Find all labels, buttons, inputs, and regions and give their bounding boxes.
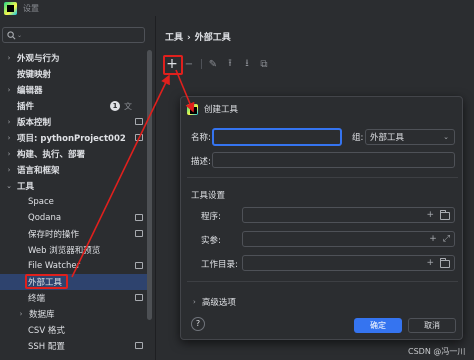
breadcrumb-separator: › [187, 33, 191, 43]
group-select[interactable]: 外部工具 ⌄ [365, 129, 455, 145]
project-scope-icon [135, 294, 143, 301]
description-label: 描述: [191, 157, 211, 167]
annotation-highlight-external-tools [25, 274, 68, 289]
description-input[interactable] [212, 152, 455, 168]
chevron-down-icon[interactable]: ⌄ [5, 182, 13, 190]
sidebar-scrollbar[interactable] [147, 50, 152, 320]
program-label: 程序: [201, 212, 221, 222]
ok-button[interactable]: 确定 [354, 318, 402, 333]
chevron-right-icon: › [193, 298, 196, 306]
group-label: 组: [352, 133, 364, 143]
tree-item-vcs[interactable]: › 版本控制 [0, 114, 150, 130]
project-scope-icon [135, 118, 143, 125]
remove-icon[interactable]: − [181, 56, 197, 72]
insert-macro-icon[interactable]: + [429, 234, 437, 244]
name-input[interactable] [212, 128, 342, 146]
arguments-actions: + ⤢ [429, 234, 450, 244]
program-input[interactable]: + [242, 207, 455, 223]
working-directory-input[interactable]: + [242, 255, 455, 271]
advanced-options-toggle[interactable]: › 高级选项 [193, 296, 236, 308]
settings-tree: › 外观与行为 按键映射 › 编辑器 插件 1 文 › 版本控制 › 项目: pythonP… [0, 50, 150, 354]
name-label: 名称: [191, 133, 211, 143]
tree-item-web-browsers[interactable]: Web 浏览器和预览 [0, 242, 150, 258]
working-directory-actions: + [426, 258, 450, 268]
tree-item-appearance[interactable]: › 外观与行为 [0, 50, 150, 66]
settings-sidebar: ⌄ › 外观与行为 按键映射 › 编辑器 插件 1 文 › 版本控制 › 项目: pytho… [0, 16, 155, 360]
insert-macro-icon[interactable]: + [426, 258, 434, 268]
tree-item-actions-on-save[interactable]: 保存时的操作 [0, 226, 150, 242]
tree-item-languages[interactable]: › 语言和框架 [0, 162, 150, 178]
tree-item-space[interactable]: Space [0, 194, 150, 210]
translate-icon: 文 [124, 102, 132, 111]
cancel-button[interactable]: 取消 [408, 318, 456, 333]
watermark: CSDN @冯一川 [408, 347, 466, 356]
tree-item-terminal[interactable]: 终端 [0, 290, 150, 306]
tree-item-tools[interactable]: ⌄ 工具 [0, 178, 150, 194]
dialog-separator [187, 177, 458, 178]
toolbar-separator [201, 59, 202, 69]
help-button[interactable]: ? [191, 317, 205, 331]
project-scope-icon [135, 230, 143, 237]
chevron-right-icon[interactable]: › [5, 54, 13, 62]
tree-item-build[interactable]: › 构建、执行、部署 [0, 146, 150, 162]
advanced-options-label: 高级选项 [201, 298, 236, 308]
copy-icon[interactable]: ⧉ [256, 56, 272, 72]
annotation-highlight-add [163, 55, 183, 75]
dialog-title: 创建工具 [204, 105, 239, 115]
arguments-label: 实参: [201, 236, 221, 246]
arguments-input[interactable]: + ⤢ [242, 231, 455, 247]
working-directory-label: 工作目录: [201, 260, 238, 270]
insert-macro-icon[interactable]: + [426, 210, 434, 220]
project-scope-icon [135, 342, 143, 349]
move-up-icon[interactable]: ⭱ [222, 56, 238, 72]
tool-settings-heading: 工具设置 [191, 191, 226, 201]
project-scope-icon [135, 134, 143, 141]
dialog-header: 创建工具 [187, 103, 238, 115]
pycharm-logo-icon [4, 1, 17, 15]
tree-item-database[interactable]: › 数据库 [0, 306, 150, 322]
settings-search[interactable]: ⌄ [2, 27, 145, 43]
tree-item-file-watcher[interactable]: File Watcher [0, 258, 150, 274]
title-bar: 设置 [0, 0, 474, 16]
chevron-right-icon[interactable]: › [5, 118, 13, 126]
pycharm-logo-icon [187, 103, 198, 115]
expand-icon[interactable]: ⤢ [443, 234, 450, 244]
move-down-icon[interactable]: ⭳ [239, 56, 255, 72]
project-scope-icon [135, 262, 143, 269]
tree-item-plugins[interactable]: 插件 1 文 [0, 98, 150, 114]
breadcrumb: 工具 › 外部工具 [165, 30, 231, 43]
window-title: 设置 [23, 3, 39, 13]
breadcrumb-root[interactable]: 工具 [165, 33, 183, 43]
chevron-down-icon: ⌄ [443, 133, 449, 141]
chevron-right-icon[interactable]: › [5, 86, 13, 94]
tree-item-keymap[interactable]: 按键映射 [0, 66, 150, 82]
chevron-right-icon[interactable]: › [5, 134, 13, 142]
breadcrumb-current: 外部工具 [194, 33, 231, 43]
tree-item-external-tools[interactable]: 外部工具 [0, 274, 150, 290]
tree-item-project[interactable]: › 项目: pythonProject002 [0, 130, 150, 146]
chevron-right-icon[interactable]: › [5, 150, 13, 158]
tree-item-editor[interactable]: › 编辑器 [0, 82, 150, 98]
program-actions: + [426, 210, 450, 220]
tree-item-qodana[interactable]: Qodana [0, 210, 150, 226]
dialog-separator [187, 281, 458, 282]
notification-badge: 1 [110, 101, 120, 111]
chevron-right-icon[interactable]: › [5, 166, 13, 174]
group-select-value: 外部工具 [370, 133, 405, 143]
settings-search-input[interactable] [26, 30, 137, 40]
folder-icon[interactable] [440, 210, 450, 220]
search-icon [7, 30, 16, 39]
create-tool-dialog: 创建工具 名称: 组: 外部工具 ⌄ 描述: 工具设置 程序: + 实参: + … [180, 96, 463, 340]
edit-icon[interactable]: ✎ [205, 56, 221, 72]
chevron-right-icon[interactable]: › [17, 310, 25, 318]
folder-icon[interactable] [440, 258, 450, 268]
tree-item-ssh[interactable]: SSH 配置 [0, 338, 150, 354]
search-history-chevron-icon[interactable]: ⌄ [17, 32, 22, 39]
project-scope-icon [135, 214, 143, 221]
tree-item-csv[interactable]: CSV 格式 [0, 322, 150, 338]
